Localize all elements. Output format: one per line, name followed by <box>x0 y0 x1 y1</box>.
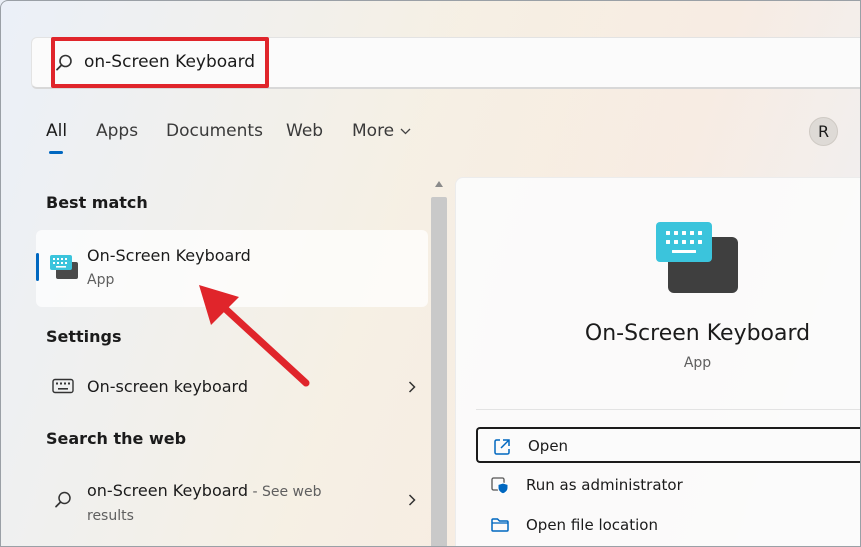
run-as-administrator-label: Run as administrator <box>526 476 683 494</box>
results-scrollbar[interactable] <box>430 177 448 546</box>
shield-admin-icon <box>491 477 509 495</box>
run-as-administrator-action[interactable]: Run as administrator <box>476 467 860 503</box>
search-box[interactable]: on-Screen Keyboard <box>31 37 860 89</box>
folder-icon <box>491 518 509 532</box>
settings-header: Settings <box>46 327 122 346</box>
scroll-up-arrow-icon[interactable] <box>434 180 444 188</box>
app-detail-pane: On-Screen Keyboard App Open Run as admin… <box>455 177 860 546</box>
search-icon <box>55 491 71 508</box>
search-web-header: Search the web <box>46 429 187 448</box>
best-match-title: On-Screen Keyboard <box>87 246 251 265</box>
active-tab-indicator <box>49 151 63 154</box>
tab-more[interactable]: More <box>352 121 411 141</box>
web-result-suffix: - See web <box>248 484 322 500</box>
tab-web[interactable]: Web <box>286 121 323 141</box>
open-action[interactable]: Open <box>476 427 860 463</box>
tab-more-label: More <box>352 121 395 141</box>
web-result-label: on-Screen Keyboard - See web <box>87 481 321 500</box>
settings-result-onscreen-keyboard[interactable]: On-screen keyboard <box>36 367 428 407</box>
web-result-suffix-line2: results <box>87 508 134 524</box>
tab-apps[interactable]: Apps <box>96 121 138 141</box>
start-search-window: on-Screen Keyboard All Apps Documents We… <box>0 0 861 547</box>
divider <box>476 409 860 410</box>
scrollbar-thumb[interactable] <box>431 197 447 546</box>
best-match-type: App <box>87 272 115 288</box>
search-input[interactable]: on-Screen Keyboard <box>84 52 255 72</box>
open-external-icon <box>494 439 510 455</box>
keyboard-app-icon-large <box>656 222 738 293</box>
detail-app-title: On-Screen Keyboard <box>584 321 811 346</box>
open-action-label: Open <box>528 437 569 455</box>
chevron-right-icon <box>408 494 416 506</box>
selection-indicator <box>36 253 39 281</box>
keyboard-outline-icon <box>52 378 74 394</box>
tab-documents[interactable]: Documents <box>166 121 263 141</box>
web-result-query: on-Screen Keyboard <box>87 481 249 500</box>
best-match-result[interactable]: On-Screen Keyboard App <box>36 230 428 307</box>
search-icon <box>56 54 72 71</box>
detail-app-type: App <box>683 355 712 371</box>
tab-all[interactable]: All <box>46 121 67 141</box>
settings-item-label: On-screen keyboard <box>87 377 248 396</box>
avatar[interactable]: R <box>809 117 838 146</box>
chevron-down-icon <box>400 128 411 135</box>
keyboard-app-icon <box>50 255 78 279</box>
open-file-location-label: Open file location <box>526 516 658 534</box>
open-file-location-action[interactable]: Open file location <box>476 507 860 543</box>
chevron-right-icon <box>408 381 416 393</box>
web-search-result[interactable]: on-Screen Keyboard - See web results <box>36 473 428 529</box>
best-match-header: Best match <box>46 193 148 212</box>
